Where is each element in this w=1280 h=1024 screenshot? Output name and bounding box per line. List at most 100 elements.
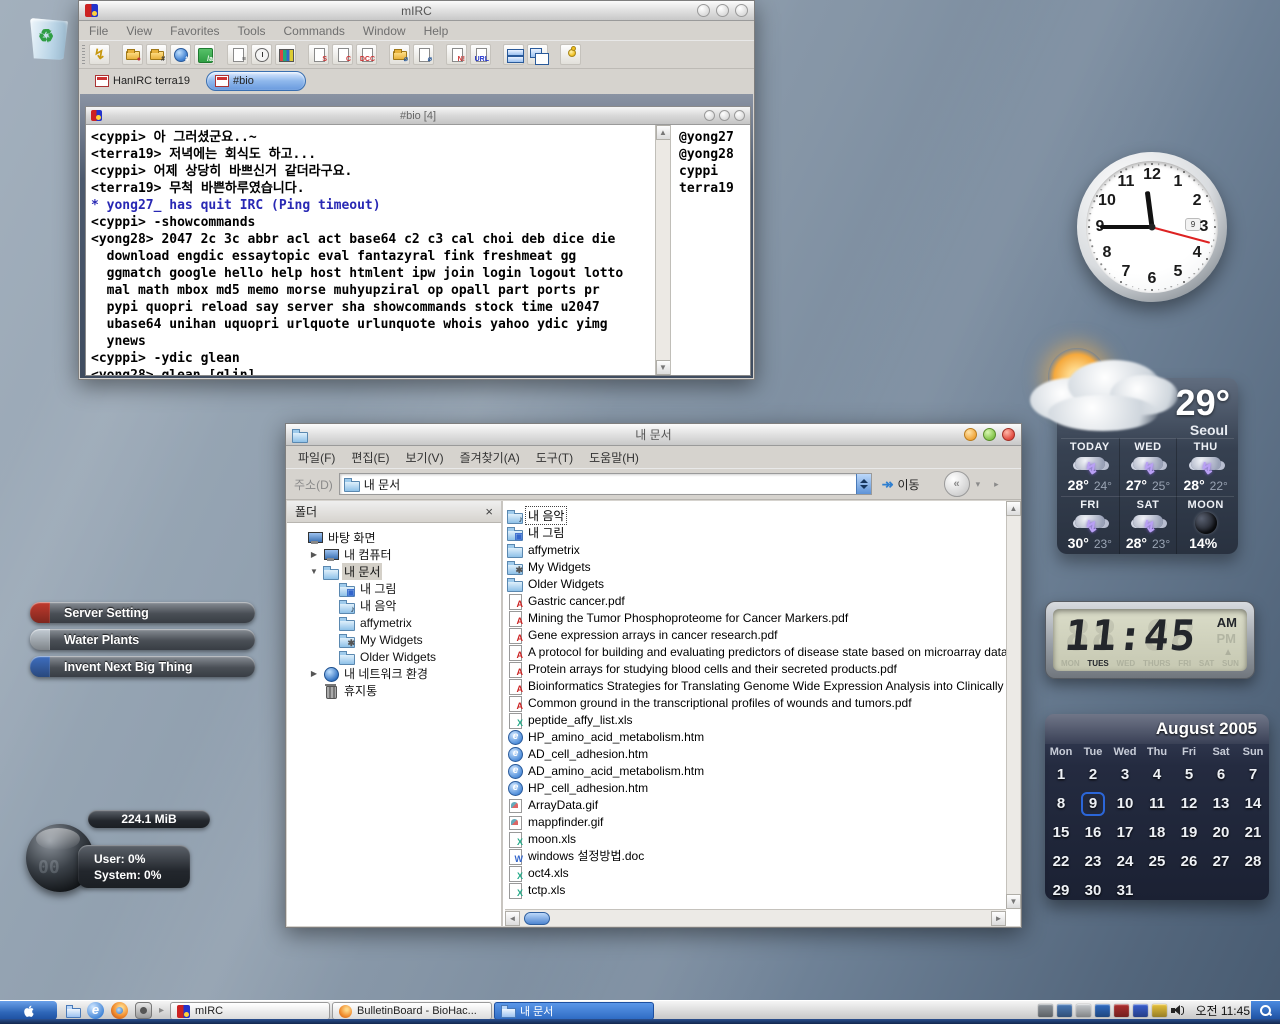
file-list-hscrollbar[interactable]: ◄ ► <box>505 909 1006 926</box>
close-button[interactable] <box>1002 428 1015 441</box>
file-item[interactable]: AGene expression arrays in cancer resear… <box>503 626 1020 643</box>
task-button-bulletinboard-biohac-[interactable]: BulletinBoard - BioHac... <box>332 1002 492 1020</box>
file-list-vscrollbar[interactable]: ▲ ▼ <box>1006 501 1020 909</box>
nick-item[interactable]: cyppi <box>679 163 750 180</box>
calendar-date-15[interactable]: 15 <box>1045 818 1077 847</box>
chat-log[interactable]: <cyppi> 아 그러셨군요..~<terra19> 저녁에는 회식도 하고.… <box>86 125 655 375</box>
address-dropdown-button[interactable] <box>856 474 871 494</box>
calendar-date-16[interactable]: 16 <box>1077 818 1109 847</box>
file-item[interactable]: AD_cell_adhesion.htm <box>503 745 1020 762</box>
file-item[interactable]: ABioinformatics Strategies for Translati… <box>503 677 1020 694</box>
calendar-date-19[interactable]: 19 <box>1173 818 1205 847</box>
tree-item-my-widgets[interactable]: ✱My Widgets <box>287 631 501 648</box>
calendar-date-1[interactable]: 1 <box>1045 760 1077 789</box>
firefox-icon[interactable] <box>111 1002 128 1019</box>
scroll-down-icon[interactable]: ▼ <box>656 360 671 375</box>
digital-clock-widget[interactable]: 88:88 11:45 AM PM ▲ MONTUESWEDTHURSFRISA… <box>1045 601 1255 679</box>
scroll-right-icon[interactable]: ► <box>991 911 1006 926</box>
back-button[interactable]: « <box>944 471 970 497</box>
chevron-right-icon[interactable]: ▸ <box>159 1005 164 1016</box>
timer-icon[interactable] <box>251 44 272 65</box>
file-item[interactable]: Wwindows 설정방법.doc <box>503 847 1020 864</box>
explorer-menu-item[interactable]: 편집(E) <box>351 449 389 466</box>
memory-total-badge[interactable]: 224.1 MiB <box>88 810 210 828</box>
file-item[interactable]: Xmoon.xls <box>503 830 1020 847</box>
calendar-date-14[interactable]: 14 <box>1237 789 1269 818</box>
chat-scrollbar[interactable]: ▲ ▼ <box>655 125 670 375</box>
nick-item[interactable]: terra19 <box>679 180 750 197</box>
file-item[interactable]: mappfinder.gif <box>503 813 1020 830</box>
channel-close-button[interactable] <box>734 110 745 121</box>
tree-item--[interactable]: ▶내 컴퓨터 <box>287 546 501 563</box>
toolbar-tray-icon[interactable] <box>1095 1004 1110 1017</box>
file-item[interactable]: AA protocol for building and evaluating … <box>503 643 1020 660</box>
calendar-date-27[interactable]: 27 <box>1205 847 1237 876</box>
volume-icon[interactable] <box>1171 1004 1185 1017</box>
file-item[interactable]: Older Widgets <box>503 575 1020 592</box>
calendar-widget[interactable]: August 2005 MonTueWedThuFriSatSun 123456… <box>1045 714 1269 900</box>
file-item[interactable]: AGastric cancer.pdf <box>503 592 1020 609</box>
shortcut-button-invent-next-big-thing[interactable]: Invent Next Big Thing <box>30 656 255 677</box>
widget-engine-tray-icon[interactable] <box>1038 1004 1053 1017</box>
connect-icon[interactable]: ↯ <box>89 44 110 65</box>
menu-item-commands[interactable]: Commands <box>284 24 345 38</box>
tree-item--[interactable]: ♪내 음악 <box>287 597 501 614</box>
tile-windows-icon[interactable] <box>503 44 524 65</box>
maximize-button[interactable] <box>716 4 729 17</box>
explorer-menu-item[interactable]: 도움말(H) <box>589 449 639 466</box>
maximize-button[interactable] <box>983 428 996 441</box>
news-icon[interactable]: N! <box>446 44 467 65</box>
notepad-icon[interactable]: ≡ <box>227 44 248 65</box>
scripts-editor-icon[interactable]: /a <box>194 44 215 65</box>
file-item[interactable]: ArrayData.gif <box>503 796 1020 813</box>
channel-minimize-button[interactable] <box>704 110 715 121</box>
back-dropdown-icon[interactable]: ▾ <box>976 479 981 490</box>
file-item[interactable]: ▣내 그림 <box>503 524 1020 541</box>
dcc-options-icon[interactable]: DCC <box>356 44 377 65</box>
calendar-date-22[interactable]: 22 <box>1045 847 1077 876</box>
calendar-date-18[interactable]: 18 <box>1141 818 1173 847</box>
internet-explorer-icon[interactable]: e <box>87 1002 104 1019</box>
options-icon[interactable]: ● <box>122 44 143 65</box>
calendar-date-17[interactable]: 17 <box>1109 818 1141 847</box>
calendar-date-12[interactable]: 12 <box>1173 789 1205 818</box>
menu-item-view[interactable]: View <box>126 24 152 38</box>
file-item[interactable]: Xoct4.xls <box>503 864 1020 881</box>
file-item[interactable]: AD_amino_acid_metabolism.htm <box>503 762 1020 779</box>
tree-item-older-widgets[interactable]: Older Widgets <box>287 648 501 665</box>
find-channel-icon[interactable]: ⌀ <box>389 44 410 65</box>
scroll-up-icon[interactable]: ▲ <box>656 125 671 140</box>
address-input[interactable]: 내 문서 <box>339 473 872 495</box>
calendar-date-3[interactable]: 3 <box>1109 760 1141 789</box>
minimize-button[interactable] <box>697 4 710 17</box>
taskbar-search-button[interactable] <box>1251 1001 1280 1020</box>
menu-item-file[interactable]: File <box>89 24 108 38</box>
minimize-button[interactable] <box>964 428 977 441</box>
nick-item[interactable]: @yong28 <box>679 146 750 163</box>
calendar-date-29[interactable]: 29 <box>1045 876 1077 900</box>
calendar-date-11[interactable]: 11 <box>1141 789 1173 818</box>
calendar-date-5[interactable]: 5 <box>1173 760 1205 789</box>
channel-list-icon[interactable]: # <box>170 44 191 65</box>
menu-item-window[interactable]: Window <box>363 24 406 38</box>
calendar-date-13[interactable]: 13 <box>1205 789 1237 818</box>
calendar-date-25[interactable]: 25 <box>1141 847 1173 876</box>
calendar-date-31[interactable]: 31 <box>1109 876 1141 900</box>
go-button[interactable]: ↠ 이동 <box>878 476 924 493</box>
calendar-date-20[interactable]: 20 <box>1205 818 1237 847</box>
cascade-windows-icon[interactable] <box>527 44 548 65</box>
start-button[interactable] <box>0 1001 57 1020</box>
close-button[interactable] <box>735 4 748 17</box>
explorer-menu-item[interactable]: 즐겨찾기(A) <box>460 449 520 466</box>
toolbar-overflow-icon[interactable]: ▸ <box>994 479 999 490</box>
switchbar-button-hanirc-terra19[interactable]: HanIRC terra19 <box>87 71 198 91</box>
calendar-date-21[interactable]: 21 <box>1237 818 1269 847</box>
tree-item--[interactable]: ▣내 그림 <box>287 580 501 597</box>
widget-engine-icon[interactable] <box>135 1002 152 1019</box>
calendar-date-7[interactable]: 7 <box>1237 760 1269 789</box>
calendar-date-30[interactable]: 30 <box>1077 876 1109 900</box>
channel-maximize-button[interactable] <box>719 110 730 121</box>
menu-item-help[interactable]: Help <box>424 24 449 38</box>
calendar-date-4[interactable]: 4 <box>1141 760 1173 789</box>
scrollbar-thumb[interactable] <box>524 912 550 925</box>
